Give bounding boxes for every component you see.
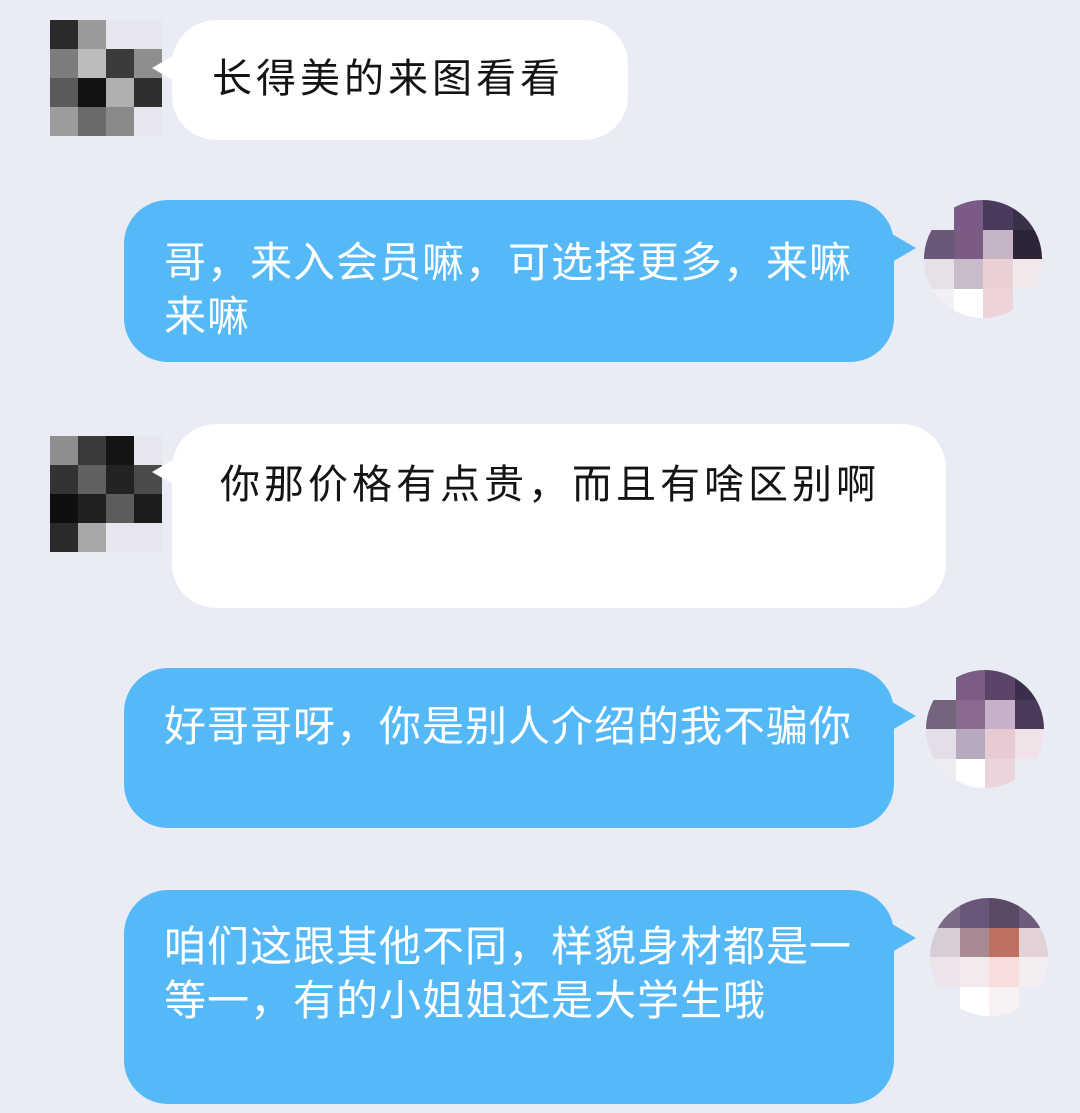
message-text: 你那价格有点贵，而且有啥区别啊 xyxy=(220,462,880,508)
message-bubble-sent: 哥，来入会员嘛，可选择更多，来嘛来嘛 xyxy=(124,200,916,362)
own-avatar[interactable] xyxy=(924,200,1042,318)
message-bubble-received: 你那价格有点贵，而且有啥区别啊 xyxy=(152,424,946,608)
sender-avatar[interactable] xyxy=(50,436,162,552)
message-bubble-sent: 好哥哥呀，你是别人介绍的我不骗你 xyxy=(124,668,916,828)
message-bubble-received: 长得美的来图看看 xyxy=(152,20,628,140)
own-avatar[interactable] xyxy=(926,670,1044,788)
message-bubble-sent: 咱们这跟其他不同，样貌身材都是一等一，有的小姐姐还是大学生哦 xyxy=(124,890,916,1104)
own-avatar[interactable] xyxy=(930,898,1048,1016)
sender-avatar[interactable] xyxy=(50,20,162,136)
chat-conversation: 长得美的来图看看 哥，来入会员嘛，可选择更多，来嘛来嘛 你那价格有点贵，而且有啥… xyxy=(0,0,1080,1113)
message-text: 咱们这跟其他不同，样貌身材都是一等一，有的小姐姐还是大学生哦 xyxy=(164,922,853,1025)
message-text: 哥，来入会员嘛，可选择更多，来嘛来嘛 xyxy=(164,238,853,341)
message-text: 好哥哥呀，你是别人介绍的我不骗你 xyxy=(164,702,853,751)
message-text: 长得美的来图看看 xyxy=(212,56,564,102)
